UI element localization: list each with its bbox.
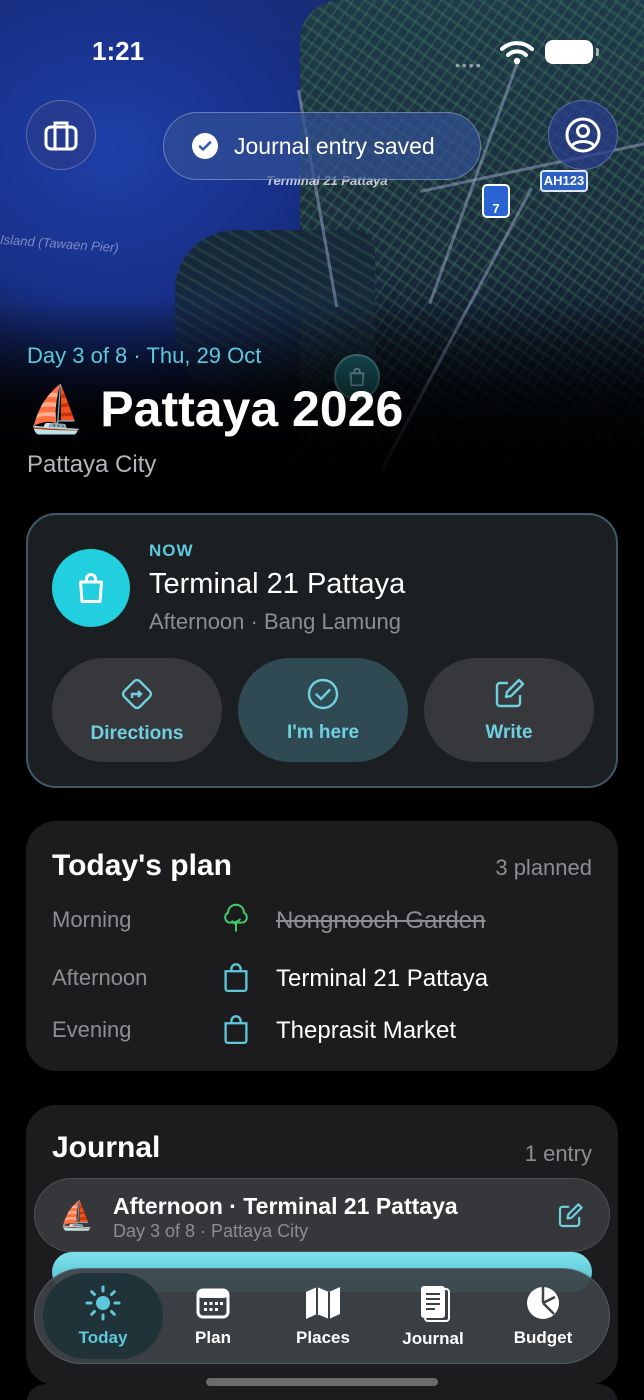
- tab-budget[interactable]: Budget: [483, 1273, 603, 1359]
- im-here-button[interactable]: I'm here: [238, 658, 408, 762]
- shopping-bag-icon: [79, 573, 103, 603]
- pier-label: Island (Tawaen Pier): [0, 231, 120, 256]
- tab-today[interactable]: Today: [43, 1273, 163, 1359]
- now-tag: NOW: [149, 541, 194, 560]
- trips-button[interactable]: [26, 100, 96, 170]
- next-card-peek: [26, 1384, 618, 1400]
- tab-label: Today: [78, 1328, 128, 1347]
- current-entry-bar[interactable]: ⛵ Afternoon · Terminal 21 Pattaya Day 3 …: [34, 1178, 610, 1252]
- sun-icon: [85, 1285, 121, 1321]
- plan-place: Nongnooch Garden: [276, 907, 486, 934]
- plan-count: 3 planned: [495, 855, 592, 880]
- status-bar: 1:21 ••••: [0, 0, 644, 100]
- route-shield: 7: [482, 184, 510, 218]
- now-place-name: Terminal 21 Pattaya: [149, 568, 406, 600]
- pie-chart-icon: [527, 1287, 559, 1319]
- journal-title: Journal: [52, 1131, 161, 1164]
- calendar-icon: [196, 1288, 230, 1319]
- trip-title: Pattaya 2026: [100, 381, 404, 437]
- compose-icon[interactable]: [555, 1201, 585, 1231]
- plan-row-morning[interactable]: Morning Nongnooch Garden: [52, 901, 592, 941]
- plan-time: Evening: [52, 1017, 132, 1042]
- compose-icon: [495, 678, 525, 708]
- tab-label: Journal: [402, 1329, 464, 1348]
- journal-count: 1 entry: [524, 1141, 592, 1166]
- now-place-icon: [52, 549, 130, 627]
- status-dots: ••••: [455, 57, 483, 73]
- tab-bar: Today Plan Places Journal Budget: [34, 1268, 610, 1364]
- entry-title: Afternoon · Terminal 21 Pattaya: [113, 1193, 458, 1219]
- tree-icon: [220, 901, 252, 937]
- plan-row-afternoon[interactable]: Afternoon Terminal 21 Pattaya: [52, 959, 592, 999]
- battery-icon: [545, 40, 599, 64]
- city-label: Pattaya City: [27, 451, 157, 478]
- tab-journal[interactable]: Journal: [373, 1273, 493, 1359]
- plan-time: Morning: [52, 907, 132, 932]
- status-time: 1:21: [92, 36, 145, 66]
- profile-button[interactable]: [548, 100, 618, 170]
- shopping-bag-icon: [220, 1011, 252, 1047]
- plan-time: Afternoon: [52, 965, 148, 990]
- toast-text: Journal entry saved: [234, 132, 435, 159]
- plan-place: Terminal 21 Pattaya: [276, 965, 489, 992]
- plan-title: Today's plan: [52, 849, 232, 882]
- tab-label: Places: [296, 1328, 350, 1347]
- directions-label: Directions: [90, 723, 184, 744]
- plan-place: Theprasit Market: [276, 1017, 457, 1044]
- tab-places[interactable]: Places: [263, 1273, 383, 1359]
- write-button[interactable]: Write: [424, 658, 594, 762]
- now-card[interactable]: NOW Terminal 21 Pattaya Afternoon · Bang…: [26, 513, 618, 788]
- check-circle-icon: [307, 678, 339, 710]
- day-line: Day 3 of 8 · Thu, 29 Oct: [27, 343, 262, 368]
- briefcase-icon: [44, 121, 78, 151]
- write-label: Write: [485, 722, 533, 743]
- sailboat-icon: ⛵: [27, 382, 85, 435]
- now-place-detail: Afternoon · Bang Lamung: [149, 609, 401, 634]
- plan-row-evening[interactable]: Evening Theprasit Market: [52, 1011, 592, 1051]
- directions-button[interactable]: Directions: [52, 658, 222, 762]
- im-here-label: I'm here: [286, 722, 360, 743]
- tab-plan[interactable]: Plan: [153, 1273, 273, 1359]
- home-indicator: [206, 1378, 438, 1386]
- journal-icon: [421, 1286, 450, 1322]
- directions-icon: [121, 678, 153, 710]
- person-circle-icon: [565, 117, 601, 153]
- shopping-bag-icon: [220, 959, 252, 995]
- highway-shield: AH123: [540, 170, 588, 192]
- tab-label: Plan: [195, 1328, 231, 1347]
- page-title: ⛵ Pattaya 2026: [27, 380, 403, 438]
- todays-plan-card[interactable]: Today's plan 3 planned Morning Nongnooch…: [26, 821, 618, 1071]
- sailboat-icon: ⛵: [59, 1200, 94, 1231]
- toast-journal-saved: Journal entry saved: [163, 112, 481, 180]
- wifi-icon: [500, 41, 534, 65]
- tab-label: Budget: [513, 1328, 573, 1347]
- map-icon: [306, 1287, 340, 1319]
- entry-subtitle: Day 3 of 8 · Pattaya City: [113, 1221, 309, 1241]
- checkmark-icon: [192, 133, 218, 159]
